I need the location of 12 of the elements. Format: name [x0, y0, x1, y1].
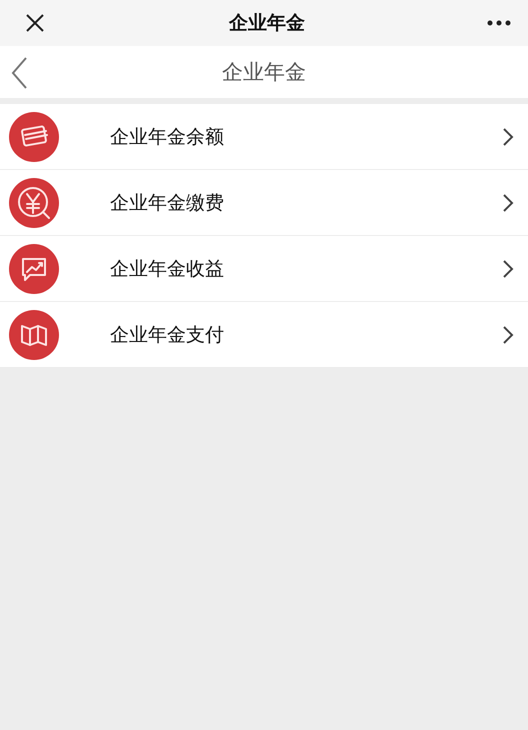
- chevron-icon: [502, 126, 514, 146]
- chart-icon: [8, 242, 60, 294]
- close-icon: [25, 13, 45, 33]
- window-title: 企业年金: [229, 11, 305, 36]
- chevron-icon: [502, 324, 514, 344]
- chevron-icon: [502, 192, 514, 212]
- map-icon: [8, 308, 60, 360]
- more-icon: [487, 20, 511, 26]
- chevron-icon: [502, 258, 514, 278]
- yen-search-icon: [8, 176, 60, 228]
- page-title: 企业年金: [222, 59, 306, 86]
- card-icon: [8, 110, 60, 162]
